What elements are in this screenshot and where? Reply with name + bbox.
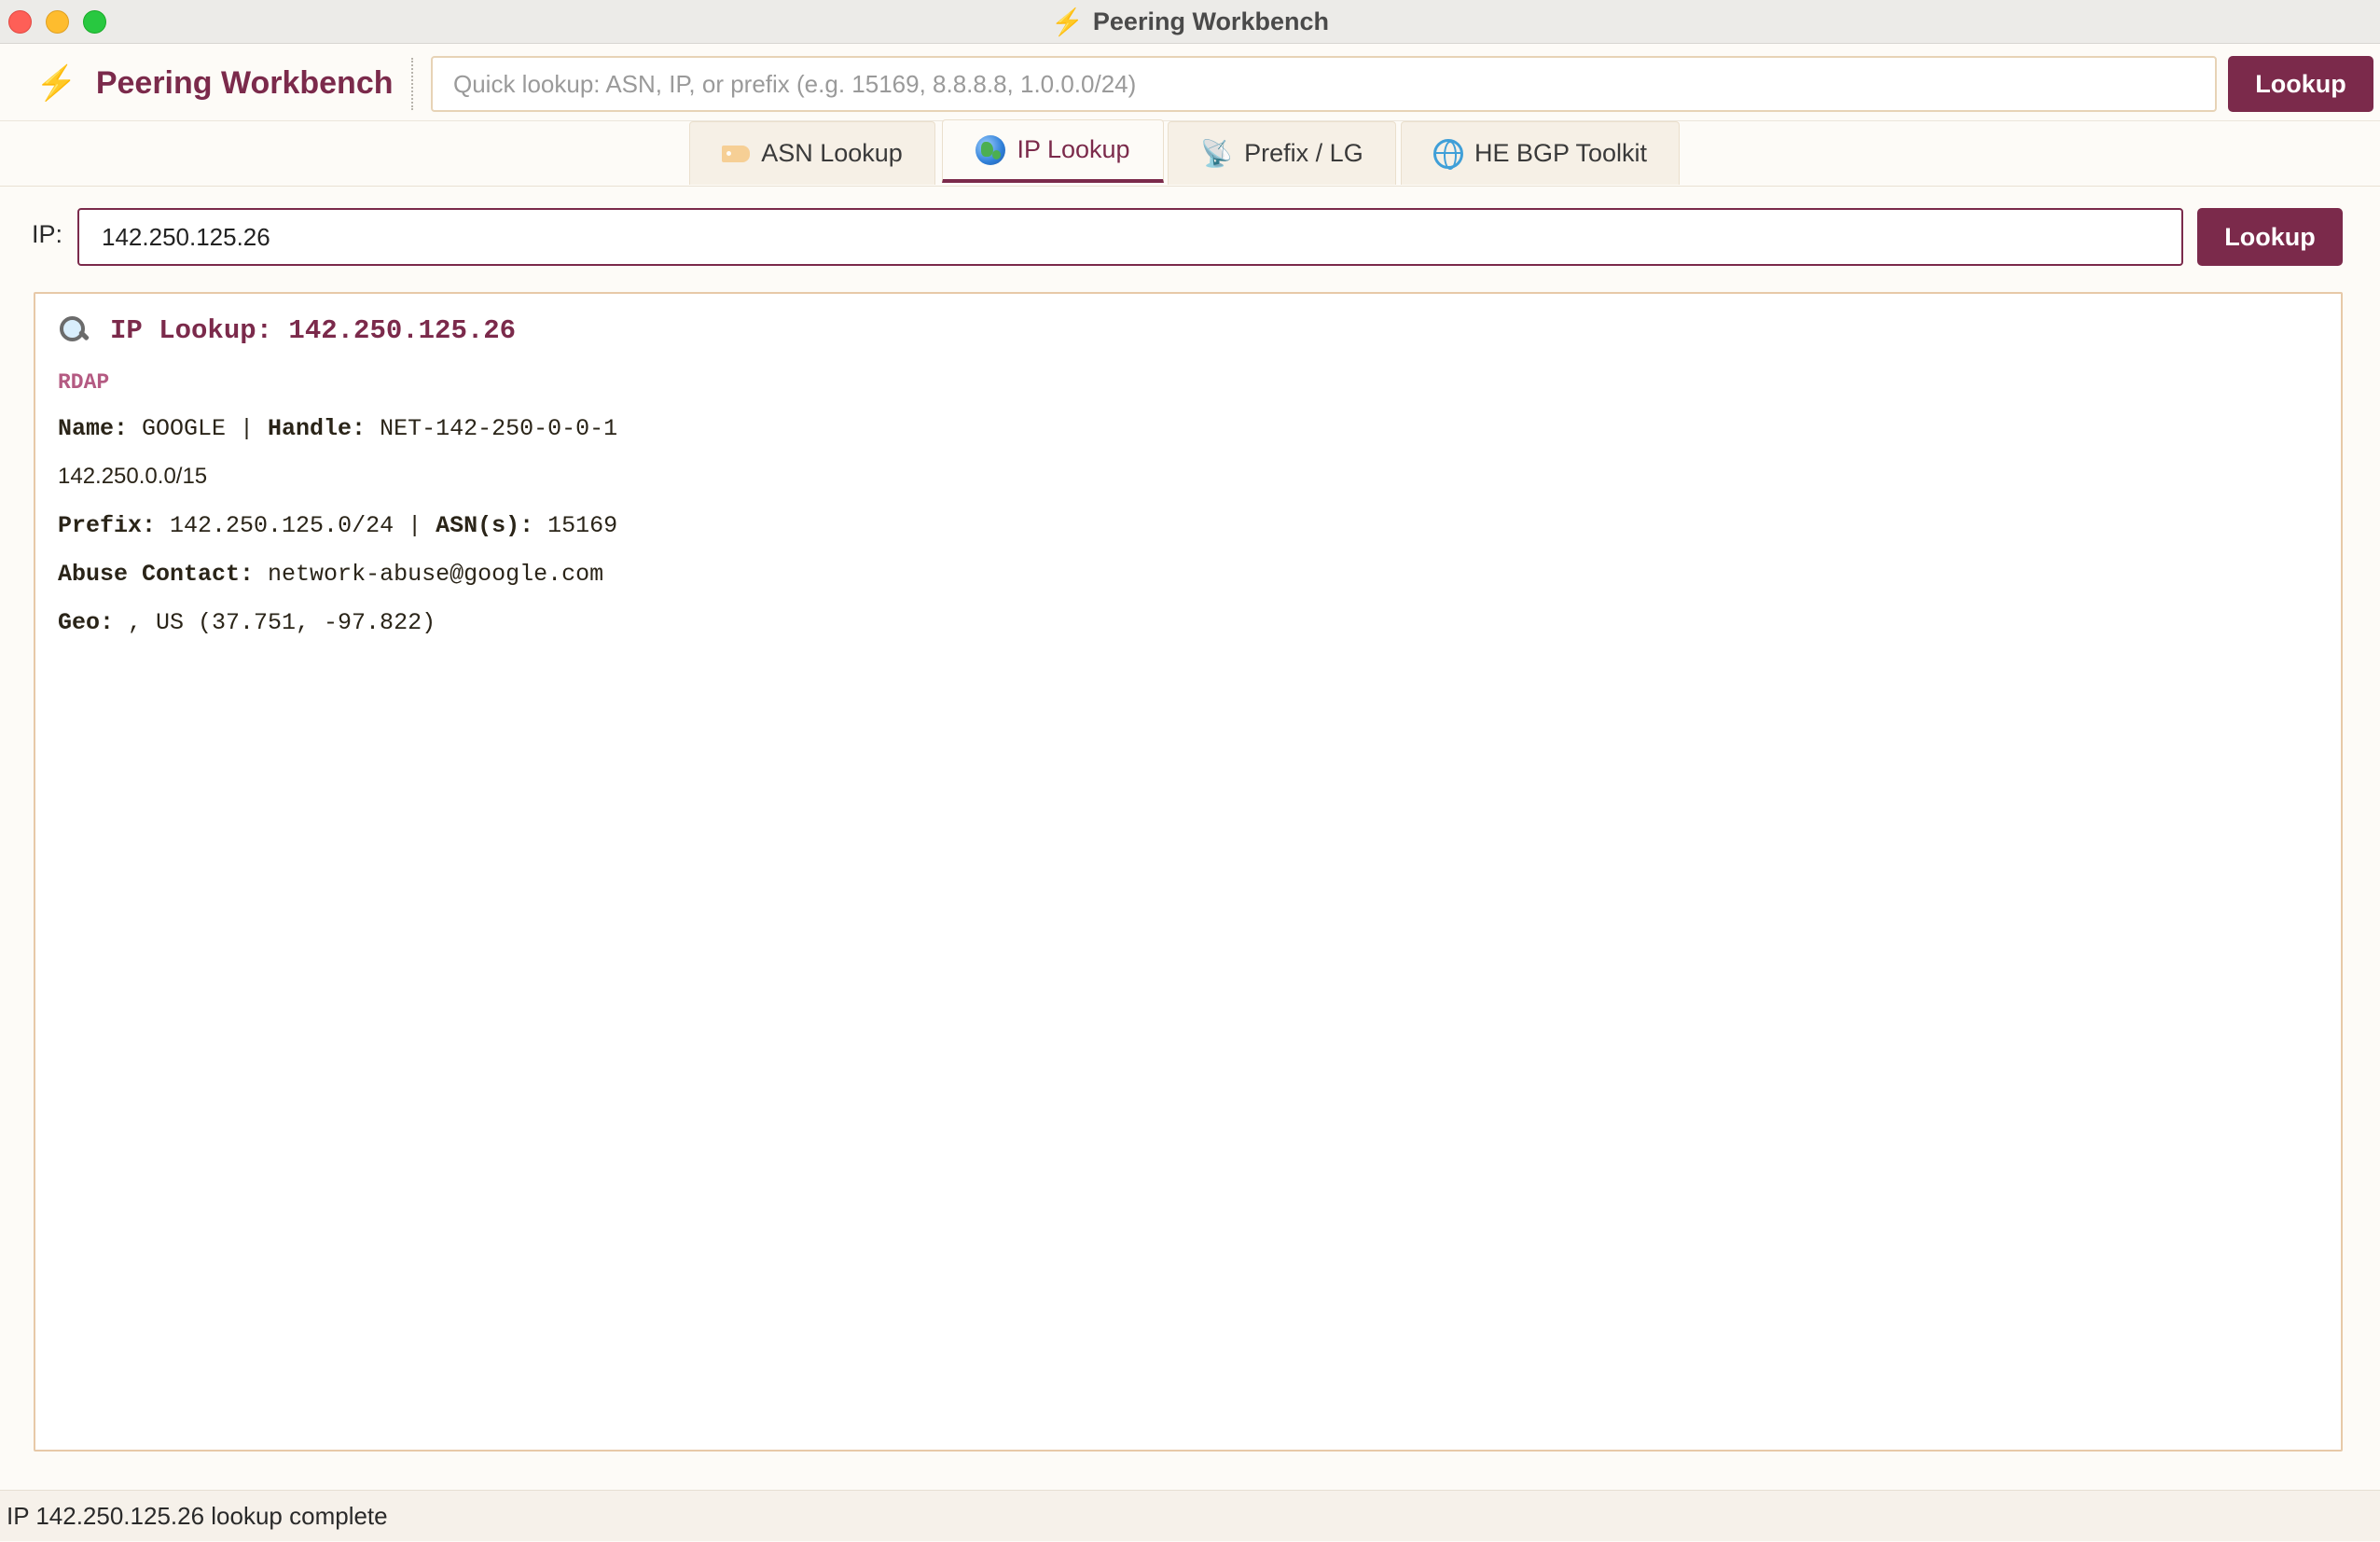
ip-label: IP: [32,220,63,248]
window-title: ⚡ Peering Workbench [0,0,2380,44]
handle-label: Handle: [268,415,367,442]
name-value: GOOGLE | [128,415,269,442]
prefix-value: 142.250.125.0/24 | [156,512,436,539]
tab-prefix-lg[interactable]: 📡 Prefix / LG [1168,121,1396,185]
status-text: IP 142.250.125.26 lookup complete [7,1502,388,1530]
tab-label: HE BGP Toolkit [1474,139,1648,167]
asn-value: 15169 [533,512,618,539]
name-handle-line: Name: GOOGLE | Handle: NET-142-250-0-0-1 [58,415,617,442]
window-title-text: Peering Workbench [1092,7,1329,35]
magnifier-icon [58,314,90,346]
quick-lookup-input[interactable] [431,56,2217,112]
title-bar: ⚡ Peering Workbench [0,0,2380,44]
ip-input[interactable] [77,208,2183,266]
tag-icon [722,145,751,162]
lightning-bolt-icon: ⚡ [1051,7,1084,36]
globe-icon [976,134,1006,165]
result-panel: IP Lookup: 142.250.125.26 RDAP Name: GOO… [34,292,2343,1452]
header-toolbar: ⚡ Peering Workbench Lookup [0,45,2380,121]
brand: ⚡ Peering Workbench [35,45,394,121]
app-window: ⚡ Peering Workbench ⚡ Peering Workbench … [0,0,2380,1541]
geo-value: , US (37.751, -97.822) [114,609,436,636]
rdap-section-label: RDAP [58,370,110,395]
geo-label: Geo: [58,609,115,636]
brand-bolt-icon: ⚡ [35,63,77,102]
tab-ip-lookup[interactable]: IP Lookup [942,119,1164,183]
abuse-contact-line: Abuse Contact: network-abuse@google.com [58,561,603,588]
tab-label: IP Lookup [1017,135,1130,163]
abuse-value: network-abuse@google.com [254,561,604,588]
tab-label: ASN Lookup [761,139,903,167]
name-label: Name: [58,415,129,442]
tab-asn-lookup[interactable]: ASN Lookup [689,121,935,185]
cidr-line: 142.250.0.0/15 [58,464,208,489]
handle-value: NET-142-250-0-0-1 [366,415,618,442]
ip-lookup-button[interactable]: Lookup [2197,208,2343,266]
asn-label: ASN(s): [436,512,534,539]
result-title-text: IP Lookup: 142.250.125.26 [110,314,517,346]
result-title: IP Lookup: 142.250.125.26 [58,314,516,346]
brand-name: Peering Workbench [95,64,394,101]
prefix-asn-line: Prefix: 142.250.125.0/24 | ASN(s): 15169 [58,512,617,539]
geo-line: Geo: , US (37.751, -97.822) [58,609,436,636]
tab-he-bgp-toolkit[interactable]: HE BGP Toolkit [1401,121,1680,185]
satellite-dish-icon: 📡 [1200,139,1234,168]
status-bar: IP 142.250.125.26 lookup complete [0,1490,2380,1541]
toolbar-divider [411,58,413,110]
tab-label: Prefix / LG [1244,139,1363,167]
tab-bar: ASN Lookup IP Lookup 📡 Prefix / LG HE BG… [0,119,2380,187]
quick-lookup-button[interactable]: Lookup [2228,56,2373,112]
web-globe-icon [1432,138,1463,170]
abuse-label: Abuse Contact: [58,561,255,588]
prefix-label: Prefix: [58,512,157,539]
